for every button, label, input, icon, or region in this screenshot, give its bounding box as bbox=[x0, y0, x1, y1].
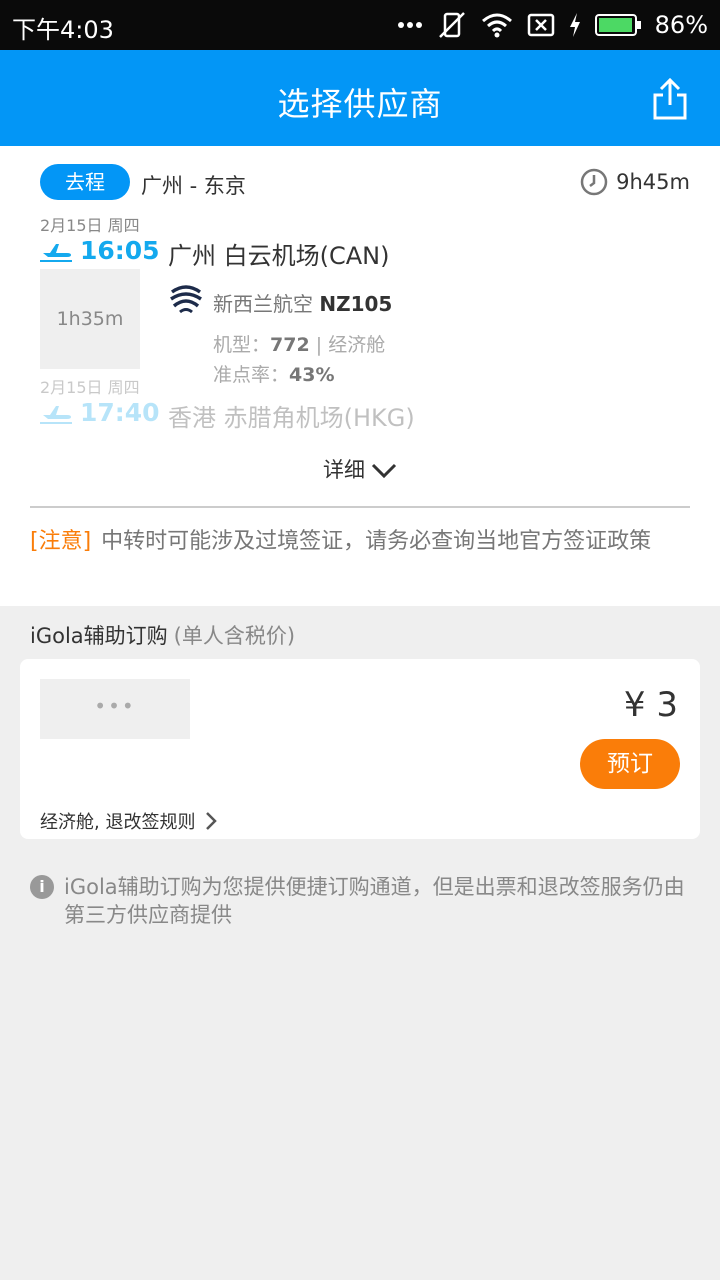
supplier-title: iGola辅助订购 bbox=[30, 624, 168, 648]
detail-toggle[interactable]: 详细 bbox=[0, 454, 720, 484]
clock-icon bbox=[580, 168, 608, 196]
supplier-logo-placeholder: ••• bbox=[40, 679, 190, 739]
segment-duration: 1h35m bbox=[40, 269, 140, 369]
notice-tag: [注意] bbox=[30, 529, 92, 554]
book-button[interactable]: 预订 bbox=[580, 739, 680, 789]
landing-icon bbox=[40, 406, 72, 424]
arrival-time: 17:40 bbox=[80, 398, 160, 427]
status-bar: 下午4:03 86% bbox=[0, 0, 720, 50]
route-text: 广州 - 东京 bbox=[141, 174, 246, 198]
title-bar: 选择供应商 bbox=[0, 50, 720, 146]
takeoff-icon bbox=[40, 244, 72, 262]
status-time: 下午4:03 bbox=[12, 16, 114, 44]
chevron-down-icon bbox=[371, 463, 397, 479]
charging-icon bbox=[569, 13, 580, 37]
offer-card: ••• ¥ 3 预订 经济舱, 退改签规则 bbox=[20, 659, 700, 839]
visa-notice: [注意] 中转时可能涉及过境签证，请务必查询当地官方签证政策 bbox=[30, 528, 690, 556]
divider bbox=[30, 506, 690, 508]
departure-airport: 广州 白云机场(CAN) bbox=[168, 242, 390, 270]
offer-price: ¥ 3 bbox=[623, 685, 678, 725]
flight-number: NZ105 bbox=[319, 292, 393, 316]
notice-text: 中转时可能涉及过境签证，请务必查询当地官方签证政策 bbox=[101, 529, 652, 554]
departure-date: 2月15日 周四 bbox=[40, 216, 140, 235]
page-title: 选择供应商 bbox=[277, 85, 443, 123]
chevron-right-icon bbox=[206, 812, 218, 830]
ontime-label: 准点率： bbox=[213, 364, 290, 386]
info-note: i iGola辅助订购为您提供便捷订购通道，但是出票和退改签服务仍由第三方供应商… bbox=[30, 873, 690, 929]
direction-badge: 去程 bbox=[40, 164, 130, 200]
aircraft-label: 机型： bbox=[213, 334, 271, 356]
aircraft-type: 772 bbox=[270, 334, 310, 356]
more-dots-icon bbox=[397, 22, 422, 28]
supplier-section-title: iGola辅助订购 (单人含税价) bbox=[30, 620, 295, 650]
cabin-separator: | bbox=[315, 334, 323, 356]
mute-icon bbox=[438, 12, 465, 38]
battery-percent: 86% bbox=[654, 11, 708, 39]
info-note-text: iGola辅助订购为您提供便捷订购通道，但是出票和退改签服务仍由第三方供应商提供 bbox=[64, 875, 685, 927]
cabin-class: 经济舱 bbox=[328, 334, 386, 356]
info-icon: i bbox=[30, 875, 54, 899]
total-duration: 9h45m bbox=[580, 168, 690, 196]
flight-info-card: 去程 广州 - 东京 9h45m 2月15日 周四 16:05 广州 白云机场(… bbox=[0, 146, 720, 606]
airline-info: 新西兰航空 NZ105 bbox=[213, 288, 392, 317]
fare-rules-label: 经济舱, 退改签规则 bbox=[40, 812, 196, 833]
airline-name: 新西兰航空 bbox=[213, 292, 313, 316]
no-sim-icon bbox=[527, 13, 554, 37]
ontime-rate: 43% bbox=[289, 364, 335, 386]
total-duration-text: 9h45m bbox=[616, 170, 690, 194]
wifi-icon bbox=[481, 13, 512, 38]
arrival-date: 2月15日 周四 bbox=[40, 378, 140, 397]
supplier-subtitle: (单人含税价) bbox=[173, 624, 296, 648]
detail-label: 详细 bbox=[323, 458, 365, 482]
aircraft-info: 机型：772 | 经济舱 bbox=[213, 330, 385, 357]
battery-icon bbox=[594, 14, 641, 36]
arrival-airport: 香港 赤腊角机场(HKG) bbox=[168, 404, 415, 432]
departure-time: 16:05 bbox=[80, 236, 160, 265]
ontime-info: 准点率：43% bbox=[213, 360, 335, 387]
fare-rules-link[interactable]: 经济舱, 退改签规则 bbox=[40, 808, 218, 834]
airline-logo-icon bbox=[170, 285, 202, 314]
share-icon[interactable] bbox=[650, 77, 690, 121]
